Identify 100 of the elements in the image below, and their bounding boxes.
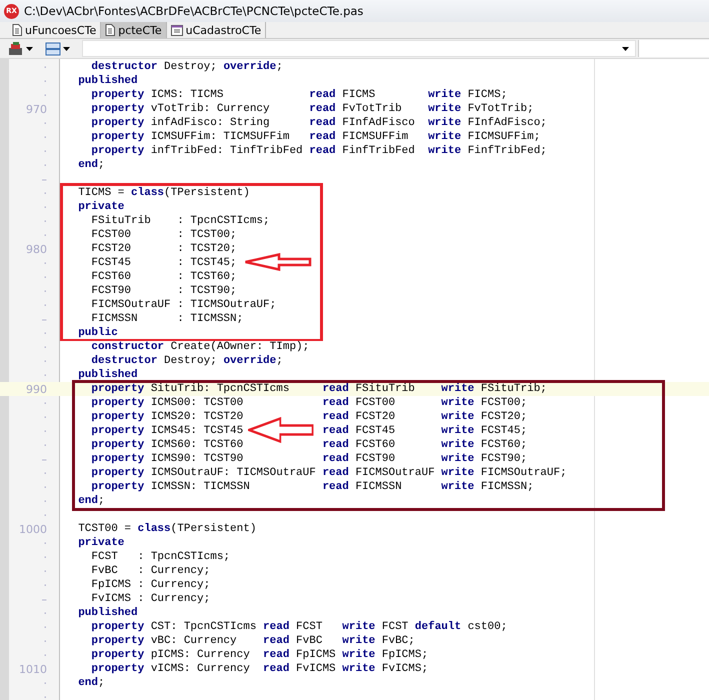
code-line: property vTotTrib: Currency read FvTotTrib write FvTotTrib; (90, 103, 534, 115)
dropdown-field[interactable] (82, 40, 636, 57)
caret-icon[interactable] (26, 46, 33, 50)
window-title: C:\Dev\ACbr\Fontes\ACBrDFe\ACBrCTe\PCNCTe\pcteCTe.pas (24, 4, 364, 18)
line-number: · (42, 144, 47, 158)
code-line: TCST00 = class(TPersistent) (77, 523, 256, 535)
line-number: · (42, 438, 47, 452)
code-line: end; (77, 677, 105, 689)
code-line: property ICMS90: TCST90 read FCST90 write FCST90; (90, 453, 528, 465)
code-line: FvBC : Currency; (90, 565, 210, 577)
code-line: FCST60 : TCST60; (90, 271, 237, 283)
line-number: · (42, 508, 47, 522)
code-line: TICMS = class(TPersistent) (77, 187, 250, 199)
code-line: property ICMSUFFim: TICMSUFFim read FICMSUFFim write FICMSUFFim; (90, 131, 540, 143)
line-number: · (42, 368, 47, 382)
code-line: FCST90 : TCST90; (90, 285, 237, 297)
line-number: · (42, 620, 47, 634)
line-number: – (40, 172, 47, 186)
code-line: FCST00 : TCST00; (90, 229, 237, 241)
code-line: property vICMS: Currency read FvICMS write FvICMS; (90, 663, 428, 675)
document-icon (105, 24, 116, 36)
code-line: end; (77, 159, 105, 171)
code-line: property pICMS: Currency read FpICMS write FpICMS; (90, 649, 428, 661)
code-line: published (77, 75, 138, 87)
code-line: property ICMS20: TCST20 read FCST20 write FCST20; (90, 411, 528, 423)
line-number: 990 (25, 382, 47, 396)
line-number: · (42, 676, 47, 690)
line-number: · (42, 564, 47, 578)
code-line: constructor Create(AOwner: TImp); (90, 341, 310, 353)
line-number: · (42, 256, 47, 270)
code-line: private (77, 537, 124, 549)
code-line: FICMSOutraUF : TICMSOutraUF; (90, 299, 276, 311)
line-number: · (42, 606, 47, 620)
line-number: 1000 (18, 522, 47, 536)
line-number: · (42, 396, 47, 410)
code-line: published (77, 369, 138, 381)
line-number: – (40, 452, 47, 466)
code-line: property infTribFed: TinfTribFed read FinfTribFed write FinfTribFed; (90, 145, 547, 157)
line-number: 970 (25, 102, 47, 116)
line-number: · (42, 200, 47, 214)
line-number: · (42, 270, 47, 284)
line-number: · (42, 214, 47, 228)
line-number: · (42, 480, 47, 494)
line-number: · (42, 354, 47, 368)
file-tab[interactable]: pcteCTe (101, 22, 167, 38)
line-number: · (42, 60, 47, 74)
line-number: · (42, 648, 47, 662)
line-number: · (42, 116, 47, 130)
code-line: FCST20 : TCST20; (90, 243, 237, 255)
code-line: FvICMS : Currency; (90, 593, 210, 605)
toolbox-icon[interactable] (8, 42, 24, 56)
code-line: property infAdFisco: String read FInfAdFisco write FInfAdFisco; (90, 117, 547, 129)
code-line: property ICMS60: TCST60 read FCST60 write FCST60; (90, 439, 528, 451)
code-line: published (77, 607, 138, 619)
code-line: property ICMSSN: TICMSSN read FICMSSN write FICMSSN; (90, 481, 534, 493)
line-number: · (42, 284, 47, 298)
line-number: · (42, 298, 47, 312)
input-field[interactable] (638, 40, 709, 57)
code-line: destructor Destroy; override; (90, 61, 283, 73)
code-line: FCST45 : TCST45; (90, 257, 237, 269)
caret-icon[interactable] (63, 46, 70, 50)
code-line: property vBC: Currency read FvBC write FvBC; (90, 635, 415, 647)
line-number: · (42, 88, 47, 102)
code-line: FICMSSN : TICMSSN; (90, 313, 244, 325)
code-line: FSituTrib : TpcnCSTIcms; (90, 215, 270, 227)
code-line: property SituTrib: TpcnCSTIcms read FSituTrib write FSituTrib; (90, 383, 547, 395)
code-line: end; (77, 495, 105, 507)
line-number: · (42, 578, 47, 592)
code-line: property CST: TpcnCSTIcms read FCST write FCST default cst00; (90, 621, 508, 633)
form-icon (170, 24, 183, 36)
line-number: · (42, 494, 47, 508)
line-number: · (42, 690, 47, 700)
line-number: 980 (25, 242, 47, 256)
code-line: property ICMS00: TCST00 read FCST00 write FCST00; (90, 397, 528, 409)
code-line: public (77, 327, 118, 339)
code-line: property ICMS45: TCST45 read FCST45 write FCST45; (90, 425, 528, 437)
code-line: destructor Destroy; override; (90, 355, 283, 367)
document-icon (12, 24, 22, 36)
line-number: · (42, 130, 47, 144)
line-number: · (42, 326, 47, 340)
line-number: · (42, 466, 47, 480)
code-line: private (77, 201, 124, 213)
line-number: · (42, 74, 47, 88)
line-number: · (42, 228, 47, 242)
line-number: · (42, 550, 47, 564)
code-line: FpICMS : Currency; (90, 579, 210, 591)
line-number: · (42, 634, 47, 648)
split-view-icon[interactable] (45, 42, 61, 56)
line-number: – (40, 592, 47, 606)
line-number: · (42, 158, 47, 172)
arrow-icon (248, 417, 314, 443)
line-number: 1010 (18, 662, 47, 676)
code-line: property ICMS: TICMS read FICMS write FICMS; (90, 89, 508, 101)
code-line: FCST : TpcnCSTIcms; (90, 551, 230, 563)
caret-icon[interactable] (622, 46, 629, 50)
line-number: · (42, 536, 47, 550)
code-line: property ICMSOutraUF: TICMSOutraUF read FICMSOutraUF write FICMSOutraUF; (90, 467, 567, 479)
arrow-icon (244, 253, 312, 271)
line-number: · (42, 424, 47, 438)
line-number: – (40, 312, 47, 326)
